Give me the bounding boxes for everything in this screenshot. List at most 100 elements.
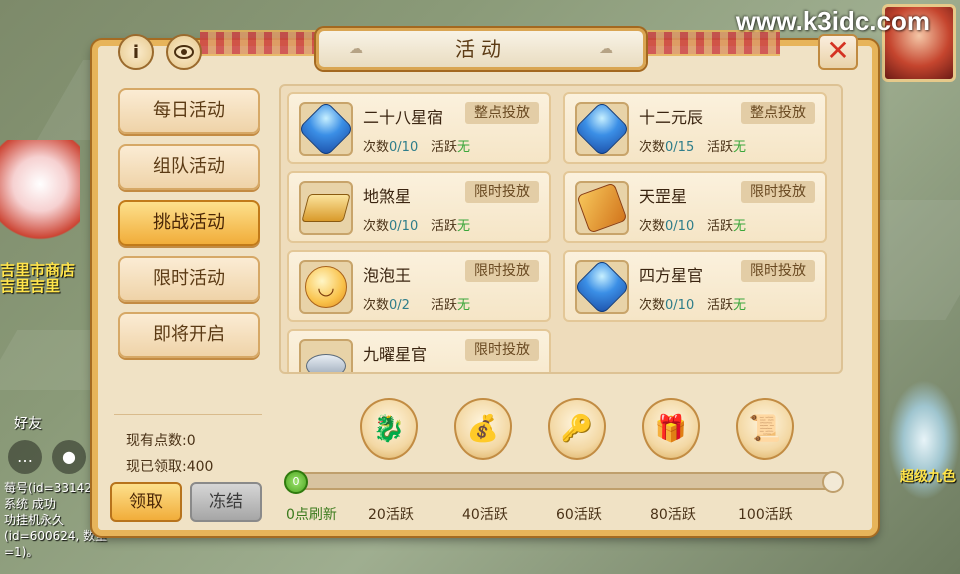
activity-tag: 限时投放 xyxy=(465,339,539,361)
count-label: 次数 xyxy=(639,140,666,155)
watermark: www.k3idc.com xyxy=(735,6,930,36)
progress-tick-label: 0点刷新 xyxy=(286,507,337,523)
info-icon[interactable]: i xyxy=(118,34,154,70)
activity-count: 次数0/10 xyxy=(363,136,418,155)
count-label: 次数 xyxy=(639,298,666,313)
pet-name-label: 超级九色 xyxy=(900,469,956,485)
panel-title: 活动 xyxy=(455,37,507,61)
activity-card[interactable]: 九曜星官 限时投放 xyxy=(287,329,551,372)
shop-sublabel: 吉里吉里 xyxy=(0,277,61,295)
active-value: 无 xyxy=(733,219,747,234)
lion-dance-npc[interactable] xyxy=(0,140,80,250)
active-value: 无 xyxy=(457,140,471,155)
activity-name: 天罡星 xyxy=(639,187,688,206)
activity-card[interactable]: 四方星官 限时投放 次数0/10 活跃无 xyxy=(563,250,827,322)
count-value: 0/2 xyxy=(389,298,410,313)
claimed-points: 现已领取:400 xyxy=(126,456,213,476)
activity-card[interactable]: 天罡星 限时投放 次数0/10 活跃无 xyxy=(563,171,827,243)
figure-deco-icon: ☁ xyxy=(599,41,613,57)
activity-list[interactable]: 二十八星宿 整点投放 次数0/10 活跃无 十二元辰 整点投放 次数0/15 活… xyxy=(279,84,843,374)
active-label: 活跃 xyxy=(707,140,734,155)
title-banner: ☁ 活动 ☁ xyxy=(316,28,646,70)
activity-tag: 限时投放 xyxy=(465,181,539,203)
sidebar-divider xyxy=(114,414,262,415)
activity-card[interactable]: 十二元辰 整点投放 次数0/15 活跃无 xyxy=(563,92,827,164)
scroll-icon xyxy=(575,181,629,235)
activity-tag: 整点投放 xyxy=(741,102,815,124)
activity-count: 次数0/15 xyxy=(639,136,694,155)
count-value: 0/10 xyxy=(389,219,419,234)
friend-button[interactable]: 好友 xyxy=(14,413,42,433)
close-button[interactable]: ✕ xyxy=(818,34,858,70)
progress-end-cap xyxy=(822,471,844,493)
progress-tick-label: 40活跃 xyxy=(462,507,508,523)
claimed-points-label: 现已领取: xyxy=(126,459,187,475)
activity-card[interactable]: 二十八星宿 整点投放 次数0/10 活跃无 xyxy=(287,92,551,164)
shop-npc-label[interactable]: 吉里市商店 吉里吉里 xyxy=(0,262,75,294)
freeze-button[interactable]: 冻结 xyxy=(190,482,262,522)
count-value: 0/10 xyxy=(389,140,419,155)
activity-tag: 整点投放 xyxy=(465,102,539,124)
claimed-points-value: 400 xyxy=(186,459,214,475)
active-label: 活跃 xyxy=(707,298,734,313)
active-label: 活跃 xyxy=(431,219,458,234)
active-label: 活跃 xyxy=(431,298,458,313)
count-label: 次数 xyxy=(363,219,390,234)
count-value: 0/15 xyxy=(665,140,695,155)
active-value: 无 xyxy=(733,298,747,313)
progress-tick-label: 60活跃 xyxy=(556,507,602,523)
gold-block-icon xyxy=(299,181,353,235)
tab-daily-activity[interactable]: 每日活动 xyxy=(118,88,260,134)
current-points-label: 现有点数: xyxy=(126,433,187,449)
microphone-icon[interactable]: ● xyxy=(52,440,86,474)
activity-active: 活跃无 xyxy=(707,294,746,313)
progress-knob: 0 xyxy=(284,470,308,494)
activity-tag: 限时投放 xyxy=(741,260,815,282)
active-label: 活跃 xyxy=(431,140,458,155)
active-label: 活跃 xyxy=(707,219,734,234)
progress-tick-label: 80活跃 xyxy=(650,507,696,523)
activity-name: 泡泡王 xyxy=(363,266,412,285)
tab-limited-activity[interactable]: 限时活动 xyxy=(118,256,260,302)
tab-upcoming-activity[interactable]: 即将开启 xyxy=(118,312,260,358)
eye-icon[interactable] xyxy=(166,34,202,70)
activity-count: 次数0/2 xyxy=(363,294,410,313)
activity-card[interactable]: ◡ 泡泡王 限时投放 次数0/2 活跃无 xyxy=(287,250,551,322)
activity-tag: 限时投放 xyxy=(741,181,815,203)
bubble-face-icon: ◡ xyxy=(299,260,353,314)
activity-active: 活跃无 xyxy=(707,136,746,155)
blue-gem-icon xyxy=(297,100,355,158)
active-value: 无 xyxy=(457,298,471,313)
activity-progress-bar xyxy=(287,472,841,490)
count-value: 0/10 xyxy=(665,219,695,234)
activity-active: 活跃无 xyxy=(431,294,470,313)
silver-item-icon xyxy=(299,339,353,372)
sidebar: 每日活动 组队活动 挑战活动 限时活动 即将开启 现有点数:0 现已领取:400… xyxy=(104,78,272,526)
claim-button[interactable]: 领取 xyxy=(110,482,182,522)
activity-count: 次数0/10 xyxy=(639,294,694,313)
tab-challenge-activity[interactable]: 挑战活动 xyxy=(118,200,260,246)
tab-team-activity[interactable]: 组队活动 xyxy=(118,144,260,190)
activity-name: 十二元辰 xyxy=(639,108,704,127)
activity-active: 活跃无 xyxy=(431,215,470,234)
count-label: 次数 xyxy=(363,140,390,155)
activity-active: 活跃无 xyxy=(431,136,470,155)
active-value: 无 xyxy=(457,219,471,234)
activity-name: 九曜星官 xyxy=(363,345,428,364)
blue-gem-icon xyxy=(573,100,631,158)
activity-card[interactable]: 地煞星 限时投放 次数0/10 活跃无 xyxy=(287,171,551,243)
count-value: 0/10 xyxy=(665,298,695,313)
progress-tick-label: 100活跃 xyxy=(738,507,793,523)
count-label: 次数 xyxy=(639,219,666,234)
activity-name: 二十八星宿 xyxy=(363,108,444,127)
active-value: 无 xyxy=(733,140,747,155)
current-points-value: 0 xyxy=(186,433,196,449)
activity-name: 地煞星 xyxy=(363,187,412,206)
shop-label: 吉里市商店 xyxy=(0,261,76,279)
activity-count: 次数0/10 xyxy=(363,215,418,234)
count-label: 次数 xyxy=(363,298,390,313)
cloud-deco-icon: ☁ xyxy=(349,41,363,57)
current-points: 现有点数:0 xyxy=(126,430,196,450)
activity-name: 四方星官 xyxy=(639,266,704,285)
chat-bubble-icon[interactable]: … xyxy=(8,440,42,474)
